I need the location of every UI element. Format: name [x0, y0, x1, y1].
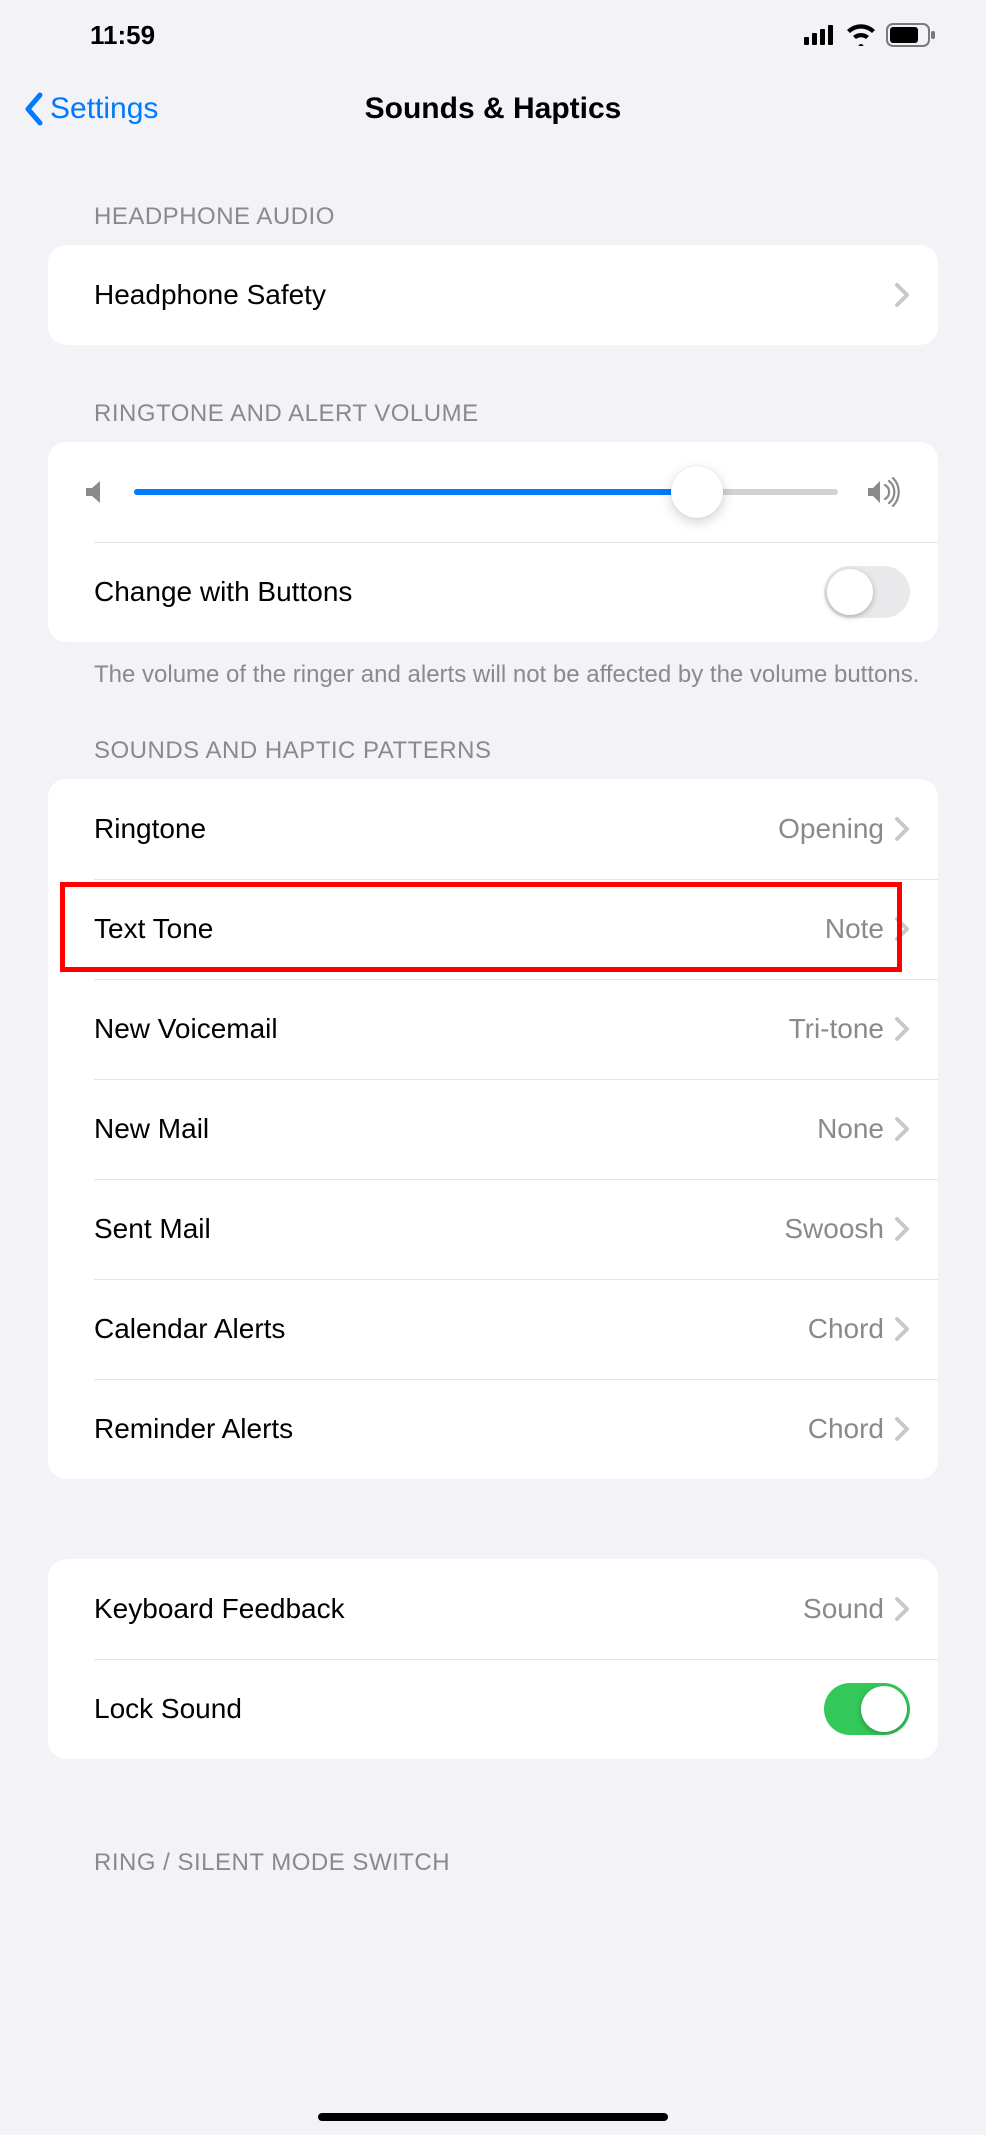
home-indicator[interactable] — [318, 2113, 668, 2121]
chevron-right-icon — [894, 1116, 910, 1142]
row-label: Headphone Safety — [94, 279, 894, 311]
chevron-right-icon — [894, 1416, 910, 1442]
row-sent-mail[interactable]: Sent Mail Swoosh — [48, 1179, 938, 1279]
group-patterns: Ringtone Opening Text Tone Note New Voic… — [48, 779, 938, 1479]
row-value: Opening — [778, 813, 884, 845]
row-label: Text Tone — [94, 913, 825, 945]
row-new-voicemail[interactable]: New Voicemail Tri-tone — [48, 979, 938, 1079]
wifi-icon — [846, 24, 876, 46]
row-label: Sent Mail — [94, 1213, 784, 1245]
cellular-icon — [804, 25, 836, 45]
row-value: Note — [825, 913, 884, 945]
group-headphone: Headphone Safety — [48, 245, 938, 345]
row-label: Keyboard Feedback — [94, 1593, 803, 1625]
row-value: Swoosh — [784, 1213, 884, 1245]
section-header-ring-silent: RING / SILENT MODE SWITCH — [0, 1759, 986, 1877]
row-label: Reminder Alerts — [94, 1413, 808, 1445]
row-text-tone[interactable]: Text Tone Note — [48, 879, 938, 979]
row-headphone-safety[interactable]: Headphone Safety — [48, 245, 938, 345]
row-value: Sound — [803, 1593, 884, 1625]
navigation-bar: Settings Sounds & Haptics — [0, 70, 986, 148]
row-value: Tri-tone — [789, 1013, 884, 1045]
chevron-right-icon — [894, 1016, 910, 1042]
speaker-low-icon — [84, 478, 106, 506]
chevron-right-icon — [894, 1596, 910, 1622]
group-volume: Change with Buttons — [48, 442, 938, 642]
chevron-right-icon — [894, 1216, 910, 1242]
toggle-lock-sound[interactable] — [824, 1683, 910, 1735]
group-keyboard-lock: Keyboard Feedback Sound Lock Sound — [48, 1559, 938, 1759]
chevron-right-icon — [894, 282, 910, 308]
row-keyboard-feedback[interactable]: Keyboard Feedback Sound — [48, 1559, 938, 1659]
row-ringtone[interactable]: Ringtone Opening — [48, 779, 938, 879]
section-header-patterns: SOUNDS AND HAPTIC PATTERNS — [0, 692, 986, 779]
battery-icon — [886, 23, 936, 47]
row-label: New Voicemail — [94, 1013, 789, 1045]
slider-thumb[interactable] — [671, 466, 723, 518]
volume-slider[interactable] — [134, 489, 838, 495]
status-indicators — [804, 23, 936, 47]
row-value: Chord — [808, 1413, 884, 1445]
row-volume-slider[interactable] — [48, 442, 938, 542]
section-header-headphone: HEADPHONE AUDIO — [0, 148, 986, 245]
row-value: None — [817, 1113, 884, 1145]
row-value: Chord — [808, 1313, 884, 1345]
back-label: Settings — [50, 92, 158, 126]
back-button[interactable]: Settings — [24, 92, 158, 126]
row-label: New Mail — [94, 1113, 817, 1145]
row-label: Change with Buttons — [94, 576, 824, 608]
row-label: Lock Sound — [94, 1693, 824, 1725]
section-footer-volume: The volume of the ringer and alerts will… — [0, 642, 986, 692]
chevron-right-icon — [894, 816, 910, 842]
row-new-mail[interactable]: New Mail None — [48, 1079, 938, 1179]
chevron-left-icon — [24, 92, 44, 126]
row-change-with-buttons[interactable]: Change with Buttons — [48, 542, 938, 642]
row-label: Calendar Alerts — [94, 1313, 808, 1345]
chevron-right-icon — [894, 916, 910, 942]
status-time: 11:59 — [90, 20, 155, 51]
speaker-high-icon — [866, 477, 902, 507]
row-calendar-alerts[interactable]: Calendar Alerts Chord — [48, 1279, 938, 1379]
row-reminder-alerts[interactable]: Reminder Alerts Chord — [48, 1379, 938, 1479]
row-lock-sound[interactable]: Lock Sound — [48, 1659, 938, 1759]
chevron-right-icon — [894, 1316, 910, 1342]
section-header-volume: RINGTONE AND ALERT VOLUME — [0, 345, 986, 442]
toggle-change-with-buttons[interactable] — [824, 566, 910, 618]
row-label: Ringtone — [94, 813, 778, 845]
status-bar: 11:59 — [0, 0, 986, 70]
